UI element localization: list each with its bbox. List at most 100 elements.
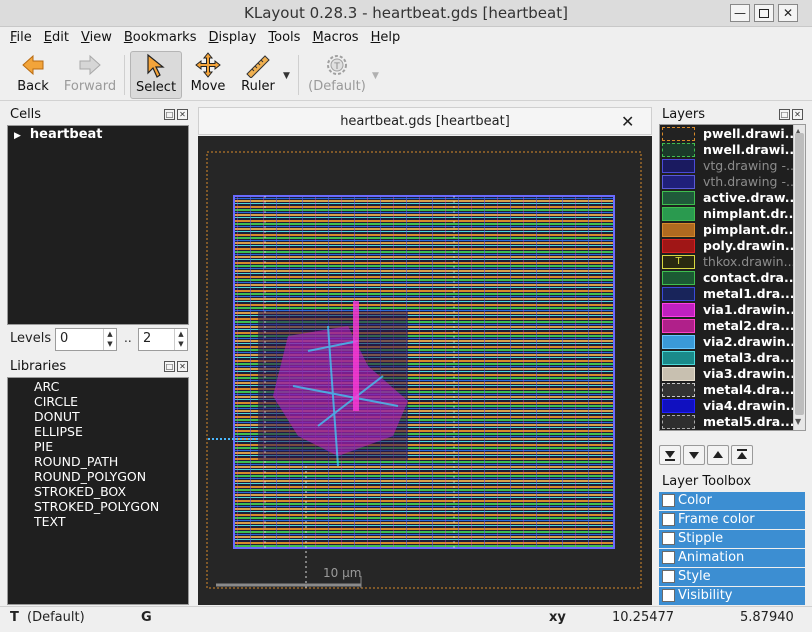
layer-row[interactable]: Tthkox.drawin...	[660, 254, 795, 270]
minimize-button[interactable]: —	[730, 4, 750, 22]
status-mode: T	[10, 610, 19, 625]
layer-row[interactable]: pwell.drawi...	[660, 126, 795, 142]
layer-row[interactable]: metal4.dra...	[660, 382, 794, 398]
maximize-button[interactable]	[754, 4, 774, 22]
libraries-float-icon[interactable]: □	[164, 361, 175, 372]
spin-arrows-icon[interactable]: ▲ ▼	[174, 329, 187, 350]
checkbox[interactable]	[662, 551, 675, 564]
toolbox-frame-color[interactable]: Frame color	[659, 511, 805, 529]
back-label: Back	[17, 79, 49, 94]
checkbox[interactable]	[662, 589, 675, 602]
levels-to-spinbox[interactable]: 2 ▲ ▼	[138, 328, 188, 351]
layer-row[interactable]: via3.drawin...	[660, 366, 795, 382]
select-button[interactable]: Select	[130, 51, 182, 99]
layer-row[interactable]: vtg.drawing -...	[660, 158, 795, 174]
cells-tree[interactable]: ▶ heartbeat	[7, 125, 189, 325]
layers-list[interactable]: pwell.drawi... nwell.drawi... vtg.drawin…	[659, 124, 806, 431]
checkbox[interactable]	[662, 532, 675, 545]
layer-swatch	[662, 159, 695, 173]
library-item[interactable]: CIRCLE	[34, 394, 78, 409]
layer-row[interactable]: vth.drawing -...	[660, 174, 795, 190]
layer-row[interactable]: via2.drawin...	[660, 334, 795, 350]
move-layer-down-button[interactable]	[683, 445, 705, 465]
toolbox-style[interactable]: Style	[659, 568, 805, 586]
ruler-dropdown-arrow-icon[interactable]: ▼	[283, 71, 290, 81]
toolbox-stipple[interactable]: Stipple	[659, 530, 805, 548]
toolbox-visibility[interactable]: Visibility	[659, 587, 805, 605]
forward-arrow-icon	[79, 54, 101, 76]
library-item[interactable]: ROUND_PATH	[34, 454, 118, 469]
library-item[interactable]: STROKED_POLYGON	[34, 499, 159, 514]
layer-row[interactable]: nwell.drawi...	[660, 142, 795, 158]
close-window-button[interactable]: ✕	[778, 4, 798, 22]
checkbox[interactable]	[662, 570, 675, 583]
cells-close-icon[interactable]: ✕	[177, 109, 188, 120]
menu-file[interactable]: File	[4, 30, 38, 45]
forward-label: Forward	[63, 79, 117, 94]
move-layer-top-button[interactable]	[731, 445, 753, 465]
checkbox[interactable]	[662, 494, 675, 507]
libraries-panel-title: Libraries	[10, 359, 67, 374]
move-label: Move	[190, 79, 226, 94]
layer-row[interactable]: via1.drawin...	[660, 302, 795, 318]
back-button[interactable]: Back	[8, 51, 58, 99]
layer-row[interactable]: metal1.dra...	[660, 286, 794, 302]
layer-row[interactable]: contact.dra...	[660, 270, 795, 286]
menu-display[interactable]: Display	[202, 30, 262, 45]
levels-row: Levels 0 ▲ ▼ .. 2 ▲ ▼	[7, 328, 189, 352]
library-item[interactable]: STROKED_BOX	[34, 484, 126, 499]
menu-edit[interactable]: Edit	[38, 30, 75, 45]
layers-close-icon[interactable]: ✕	[792, 109, 803, 120]
spin-arrows-icon[interactable]: ▲ ▼	[103, 329, 116, 350]
default-template-button[interactable]: T (Default)	[304, 51, 370, 99]
move-button[interactable]: Move	[186, 51, 230, 99]
scrollbar-thumb[interactable]	[795, 133, 804, 415]
library-item[interactable]: DONUT	[34, 409, 80, 424]
expand-arrow-icon[interactable]: ▶	[14, 131, 21, 141]
tree-item-heartbeat[interactable]: ▶ heartbeat	[14, 127, 103, 142]
library-item[interactable]: ARC	[34, 379, 59, 394]
levels-from-spinbox[interactable]: 0 ▲ ▼	[55, 328, 117, 351]
close-tab-icon[interactable]: ✕	[621, 112, 634, 131]
menu-bookmarks[interactable]: Bookmarks	[118, 30, 203, 45]
ruler-button[interactable]: Ruler	[236, 51, 280, 99]
layout-tab-title[interactable]: heartbeat.gds [heartbeat]	[199, 114, 651, 129]
layers-panel-title: Layers	[662, 107, 706, 122]
library-item[interactable]: ELLIPSE	[34, 424, 83, 439]
menu-help[interactable]: Help	[365, 30, 407, 45]
layer-row[interactable]: metal3.dra...	[660, 350, 794, 366]
forward-button[interactable]: Forward	[62, 51, 118, 99]
layer-row[interactable]: pimplant.dr...	[660, 222, 795, 238]
libraries-close-icon[interactable]: ✕	[177, 361, 188, 372]
layer-row[interactable]: poly.drawin...	[660, 238, 795, 254]
close-icon: ✕	[782, 6, 794, 20]
move-layer-up-button[interactable]	[707, 445, 729, 465]
layer-row[interactable]: nimplant.dr...	[660, 206, 795, 222]
layers-scrollbar[interactable]: ▲ ▼	[793, 125, 805, 430]
menu-tools[interactable]: Tools	[262, 30, 306, 45]
layout-canvas[interactable]: 10 µm	[198, 136, 652, 605]
toolbox-color[interactable]: Color	[659, 492, 805, 510]
library-item[interactable]: TEXT	[34, 514, 66, 529]
cells-panel-title: Cells	[10, 107, 42, 122]
move-layer-bottom-button[interactable]	[659, 445, 681, 465]
layer-swatch	[662, 335, 695, 349]
layers-float-icon[interactable]: □	[779, 109, 790, 120]
library-item[interactable]: PIE	[34, 439, 53, 454]
layer-swatch	[662, 367, 695, 381]
cells-float-icon[interactable]: □	[164, 109, 175, 120]
layer-swatch	[662, 271, 695, 285]
layer-row[interactable]: active.draw...	[660, 190, 795, 206]
libraries-list[interactable]: ARC CIRCLE DONUT ELLIPSE PIE ROUND_PATH …	[7, 377, 189, 605]
menu-macros[interactable]: Macros	[306, 30, 364, 45]
library-item[interactable]: ROUND_POLYGON	[34, 469, 146, 484]
layer-row[interactable]: metal5.dra...	[660, 414, 794, 430]
menu-view[interactable]: View	[75, 30, 118, 45]
checkbox[interactable]	[662, 513, 675, 526]
template-dropdown-arrow-icon[interactable]: ▼	[372, 71, 379, 81]
layer-row[interactable]: metal2.dra...	[660, 318, 794, 334]
layer-row[interactable]: via4.drawin...	[660, 398, 795, 414]
arrow-down-icon	[689, 452, 699, 459]
toolbox-animation[interactable]: Animation	[659, 549, 805, 567]
scroll-down-icon[interactable]: ▼	[795, 417, 801, 426]
